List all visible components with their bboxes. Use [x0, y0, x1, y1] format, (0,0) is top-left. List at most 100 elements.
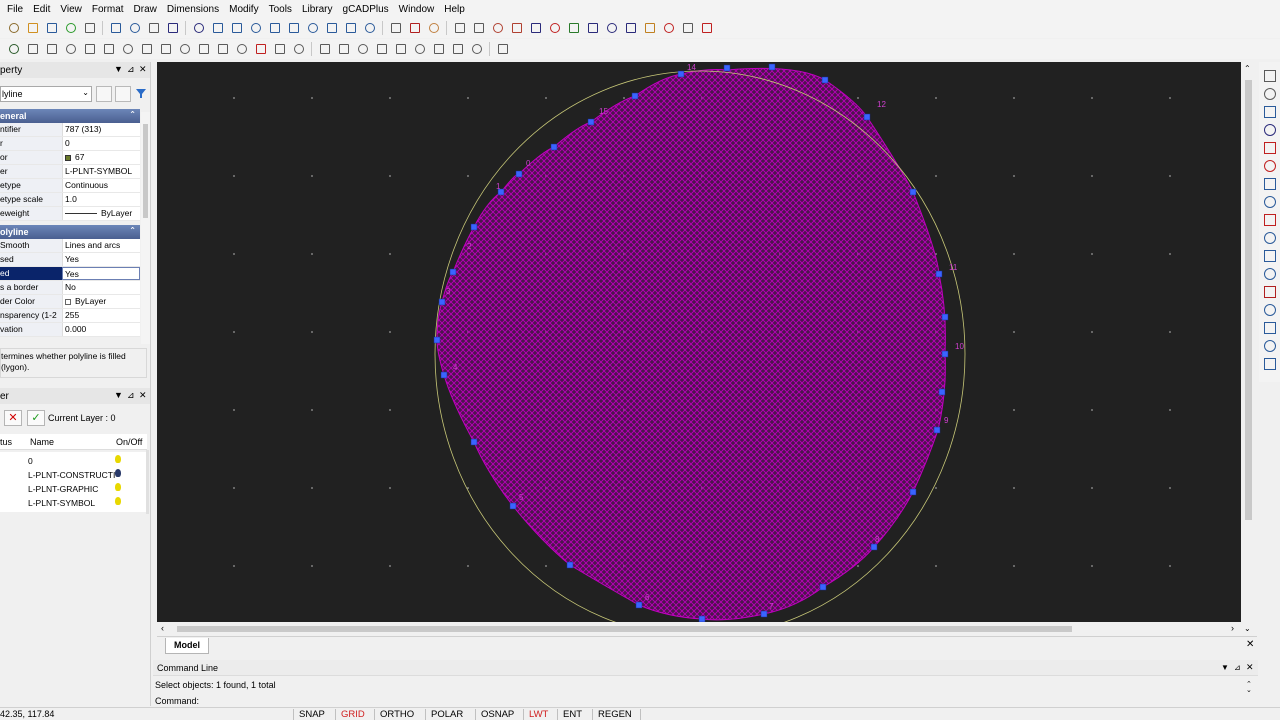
tb2-tool-4-icon[interactable]	[82, 41, 98, 57]
lightbulb-icon[interactable]	[115, 469, 121, 477]
vertex-grip[interactable]	[941, 313, 949, 321]
menu-format[interactable]: Format	[92, 4, 124, 15]
right-tool-14-icon[interactable]	[1264, 322, 1276, 334]
property-value[interactable]: 255	[62, 309, 140, 322]
close-icon[interactable]: ✕	[139, 64, 147, 75]
vertex-grip[interactable]	[631, 92, 639, 100]
menu-draw[interactable]: Draw	[134, 4, 157, 15]
property-row[interactable]: sed Yes	[0, 253, 140, 267]
menu-edit[interactable]: Edit	[33, 4, 50, 15]
tb2-tool-10-icon[interactable]	[196, 41, 212, 57]
tb1-tool-0-icon[interactable]	[6, 20, 22, 36]
tb1-tool-7-icon[interactable]	[146, 20, 162, 36]
property-row[interactable]: nsparency (1-2 255	[0, 309, 140, 323]
tb2-tool-5-icon[interactable]	[101, 41, 117, 57]
category-polyline[interactable]: olyline ⌃	[0, 225, 140, 239]
property-row[interactable]: ntifier 787 (313)	[0, 123, 140, 137]
vertex-grip[interactable]	[909, 488, 917, 496]
vertex-grip[interactable]	[470, 438, 478, 446]
scroll-right-icon[interactable]: ›	[1231, 623, 1234, 633]
tb1-tool-25-icon[interactable]	[509, 20, 525, 36]
vertex-grip[interactable]	[821, 76, 829, 84]
tb1-tool-6-icon[interactable]	[127, 20, 143, 36]
right-tool-6-icon[interactable]	[1264, 178, 1276, 190]
property-value[interactable]: ByLayer	[62, 295, 140, 308]
object-type-select[interactable]: lyline ⌄	[0, 86, 92, 102]
vertex-grip[interactable]	[550, 143, 558, 151]
tb1-tool-22-icon[interactable]	[452, 20, 468, 36]
right-tool-7-icon[interactable]	[1264, 196, 1276, 208]
status-ortho-button[interactable]: ORTHO	[380, 709, 414, 720]
tb1-tool-23-icon[interactable]	[471, 20, 487, 36]
property-value[interactable]: ByLayer	[62, 207, 140, 220]
scroll-arrows-icon[interactable]: ⌃ ⌄	[1246, 681, 1252, 694]
right-tool-4-icon[interactable]	[1264, 142, 1276, 154]
tb2-tool-24-icon[interactable]	[469, 41, 485, 57]
tb1-tool-16-icon[interactable]	[324, 20, 340, 36]
property-value[interactable]: No	[62, 281, 140, 294]
menu-dimensions[interactable]: Dimensions	[167, 4, 219, 15]
layer-row[interactable]: L-PLNT-SYMBOL	[0, 496, 147, 510]
tb1-tool-15-icon[interactable]	[305, 20, 321, 36]
lightbulb-icon[interactable]	[115, 483, 121, 491]
tb2-tool-19-icon[interactable]	[374, 41, 390, 57]
vertex-grip[interactable]	[941, 350, 949, 358]
collapse-icon[interactable]: ⌃	[129, 226, 136, 235]
status-polar-button[interactable]: POLAR	[431, 709, 463, 720]
category-general[interactable]: eneral ⌃	[0, 109, 140, 123]
menu-library[interactable]: Library	[302, 4, 333, 15]
close-icon[interactable]: ✕	[139, 390, 147, 401]
menu-gcadplus[interactable]: gCADPlus	[343, 4, 389, 15]
layer-row[interactable]: L-PLNT-GRAPHIC	[0, 482, 147, 496]
property-value[interactable]: 1.0	[62, 193, 140, 206]
status-snap-button[interactable]: SNAP	[299, 709, 325, 720]
tb2-tool-3-icon[interactable]	[63, 41, 79, 57]
vertex-grip[interactable]	[870, 543, 878, 551]
collapse-icon[interactable]: ⌃	[129, 110, 136, 119]
tb2-tool-7-icon[interactable]	[139, 41, 155, 57]
tb2-tool-16-icon[interactable]	[317, 41, 333, 57]
drawing-canvas[interactable]: 14 12 11 10 9 8 7 6 5 4 3 2 1 0 15	[157, 62, 1241, 622]
vertex-grip[interactable]	[438, 298, 446, 306]
tb1-tool-29-icon[interactable]	[585, 20, 601, 36]
tb1-tool-2-icon[interactable]	[44, 20, 60, 36]
tb2-tool-1-icon[interactable]	[25, 41, 41, 57]
tb1-tool-10-icon[interactable]	[210, 20, 226, 36]
dropdown-icon[interactable]: ▼	[1221, 663, 1229, 672]
vertex-grip[interactable]	[587, 118, 595, 126]
vertex-grip[interactable]	[819, 583, 827, 591]
tb2-tool-14-icon[interactable]	[272, 41, 288, 57]
tb2-tool-22-icon[interactable]	[431, 41, 447, 57]
vertex-grip[interactable]	[470, 223, 478, 231]
vertex-grip[interactable]	[723, 64, 731, 72]
right-tool-11-icon[interactable]	[1264, 268, 1276, 280]
tb1-tool-20-icon[interactable]	[407, 20, 423, 36]
property-scrollbar[interactable]	[141, 112, 150, 344]
tb1-tool-24-icon[interactable]	[490, 20, 506, 36]
status-lwt-button[interactable]: LWT	[529, 709, 548, 720]
pin-icon[interactable]: ⊿	[127, 390, 135, 401]
tb1-tool-12-icon[interactable]	[248, 20, 264, 36]
property-row[interactable]: eweight ByLayer	[0, 207, 140, 221]
close-icon[interactable]: ✕	[1246, 639, 1254, 650]
tb2-tool-23-icon[interactable]	[450, 41, 466, 57]
tb2-tool-11-icon[interactable]	[215, 41, 231, 57]
menu-file[interactable]: File	[7, 4, 23, 15]
property-value[interactable]: 787 (313)	[62, 123, 140, 136]
pin-icon[interactable]: ⊿	[1234, 663, 1241, 672]
tb1-tool-28-icon[interactable]	[566, 20, 582, 36]
right-tool-15-icon[interactable]	[1264, 340, 1276, 352]
tb2-tool-9-icon[interactable]	[177, 41, 193, 57]
tb1-tool-19-icon[interactable]	[388, 20, 404, 36]
menu-modify[interactable]: Modify	[229, 4, 258, 15]
tab-model[interactable]: Model	[165, 638, 209, 654]
tb2-tool-25-icon[interactable]	[495, 41, 511, 57]
property-value[interactable]: Lines and arcs	[62, 239, 140, 252]
tb1-tool-14-icon[interactable]	[286, 20, 302, 36]
right-tool-9-icon[interactable]	[1264, 232, 1276, 244]
vertex-grip[interactable]	[935, 270, 943, 278]
tb1-tool-35-icon[interactable]	[699, 20, 715, 36]
tb1-tool-11-icon[interactable]	[229, 20, 245, 36]
right-tool-3-icon[interactable]	[1264, 124, 1276, 136]
lightbulb-icon[interactable]	[115, 455, 121, 463]
